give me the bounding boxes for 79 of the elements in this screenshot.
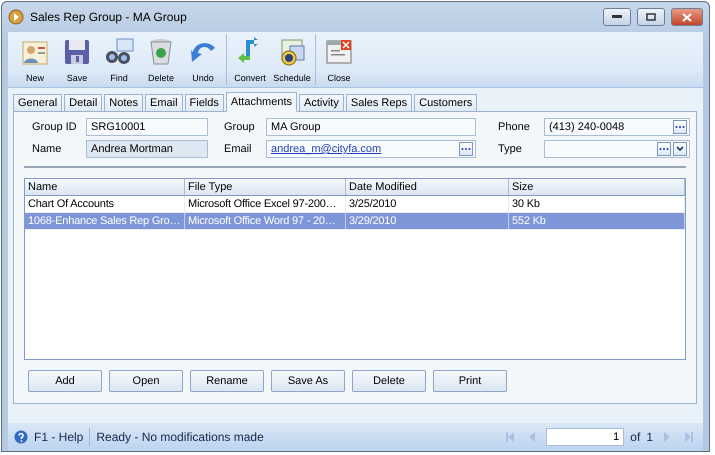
input-field[interactable]: andrea_m@cityfa.com xyxy=(266,140,476,158)
toolbar-button[interactable]: Delete xyxy=(141,34,181,85)
help-icon xyxy=(14,430,28,444)
field-value: (413) 240-0048 xyxy=(549,121,626,133)
toolbar-button[interactable]: New xyxy=(15,34,55,85)
field-label: Name xyxy=(32,143,62,155)
tab[interactable]: Notes xyxy=(104,94,144,112)
input-field[interactable]: Andrea Mortman xyxy=(86,140,208,158)
action-button[interactable]: Open xyxy=(109,370,183,392)
table-cell: 3/25/2010 xyxy=(346,196,509,212)
window-title: Sales Rep Group - MA Group xyxy=(30,10,188,24)
column-header[interactable]: File Type xyxy=(185,179,346,195)
page-field[interactable]: 1 xyxy=(546,428,624,446)
table-cell: Chart Of Accounts xyxy=(25,196,185,212)
table-row[interactable]: Chart Of Accounts Microsoft Office Excel 97-200… 3/25/2010 30 Kb xyxy=(25,196,685,213)
toolbar-button[interactable]: Undo xyxy=(183,34,223,85)
table-cell: Microsoft Office Word 97 - 20… xyxy=(185,213,346,229)
minimize-button[interactable] xyxy=(603,8,631,26)
tab[interactable]: Sales Reps xyxy=(346,94,412,112)
help-hint: F1 - Help xyxy=(34,430,84,444)
toolbar-button[interactable]: Convert xyxy=(230,34,270,85)
field-label: Group ID xyxy=(32,121,78,133)
last-page-icon xyxy=(684,431,694,443)
ellipsis-icon xyxy=(461,147,471,151)
close-button[interactable] xyxy=(671,8,703,26)
toolbar-button[interactable]: Save xyxy=(57,34,97,85)
table-cell: 1068-Enhance Sales Rep Gro… xyxy=(25,213,185,229)
field-label: Type xyxy=(498,143,523,155)
maximize-icon xyxy=(646,13,656,21)
column-header[interactable]: Size xyxy=(509,179,685,195)
field-value: SRG10001 xyxy=(91,121,146,133)
lookup-button[interactable] xyxy=(657,142,671,156)
action-button[interactable]: Print xyxy=(433,370,507,392)
table-cell: 552 Kb xyxy=(509,213,685,229)
status-message: Ready - No modifications made xyxy=(96,430,265,444)
field-value: MA Group xyxy=(271,121,322,133)
field-label: Group xyxy=(224,121,256,133)
close-icon xyxy=(682,12,692,22)
toolbar-button[interactable]: Schedule xyxy=(272,34,312,85)
page-total: 1 xyxy=(646,430,653,444)
input-field[interactable]: (413) 240-0048 xyxy=(544,118,690,136)
next-page-icon xyxy=(662,431,672,443)
tab[interactable]: Detail xyxy=(64,94,102,112)
tab[interactable]: Activity xyxy=(299,94,344,112)
table-cell: 3/29/2010 xyxy=(346,213,509,229)
action-button[interactable]: Rename xyxy=(190,370,264,392)
field-value: Andrea Mortman xyxy=(91,143,174,155)
ellipsis-icon xyxy=(675,125,685,129)
tab[interactable]: Attachments xyxy=(226,92,298,112)
app-logo-icon xyxy=(8,9,24,25)
action-button[interactable]: Add xyxy=(28,370,102,392)
field-label: Email xyxy=(224,143,253,155)
field-label: Phone xyxy=(498,121,531,133)
column-header[interactable]: Name xyxy=(25,179,185,195)
first-page-icon xyxy=(505,431,516,443)
table-cell: 30 Kb xyxy=(509,196,685,212)
minimize-icon xyxy=(612,15,622,19)
input-field[interactable]: MA Group xyxy=(266,118,476,136)
column-header[interactable]: Date Modified xyxy=(346,179,509,195)
chevron-down-icon xyxy=(676,146,684,152)
action-button[interactable]: Save As xyxy=(271,370,345,392)
tab[interactable]: Email xyxy=(145,94,183,112)
lookup-button[interactable] xyxy=(459,142,473,156)
input-field[interactable] xyxy=(544,140,690,158)
tab[interactable]: Fields xyxy=(184,94,224,112)
maximize-button[interactable] xyxy=(637,8,665,26)
table-cell: Microsoft Office Excel 97-200… xyxy=(185,196,346,212)
ellipsis-icon xyxy=(659,147,669,151)
page-of-label: of xyxy=(630,430,640,444)
previous-page-icon xyxy=(527,431,538,443)
input-field[interactable]: SRG10001 xyxy=(86,118,208,136)
dropdown-button[interactable] xyxy=(673,142,687,156)
toolbar-button[interactable]: Close xyxy=(319,34,359,85)
action-button[interactable]: Delete xyxy=(352,370,426,392)
tab[interactable]: General xyxy=(13,94,62,112)
lookup-button[interactable] xyxy=(673,120,687,134)
tab[interactable]: Customers xyxy=(414,94,478,112)
toolbar-button[interactable]: Find xyxy=(99,34,139,85)
email-link[interactable]: andrea_m@cityfa.com xyxy=(271,143,457,155)
